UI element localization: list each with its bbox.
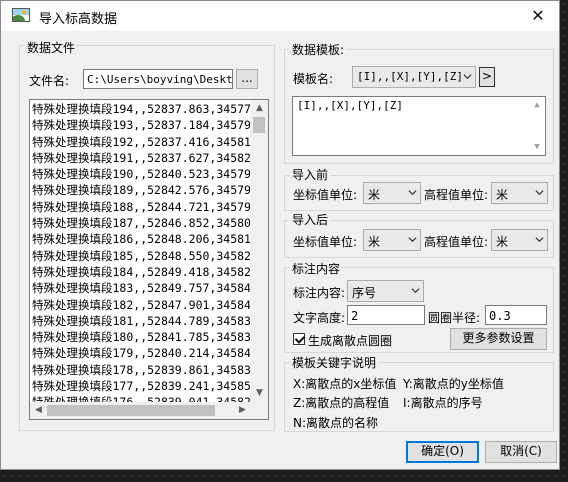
keyword-i: I:离散点的序号 [403, 396, 483, 410]
keywords-title: 模板关键字说明 [290, 354, 379, 371]
keyword-x: X:离散点的x坐标值 [293, 377, 397, 391]
chevron-down-icon [535, 190, 544, 196]
template-more-button[interactable]: > [479, 67, 495, 87]
list-item[interactable]: 特殊处理换填段194,,52837.863,34577.5 [32, 101, 250, 117]
list-item[interactable]: 特殊处理换填段182,,52847.901,34584.0 [32, 297, 250, 313]
ok-button[interactable]: 确定(O) [406, 441, 479, 463]
keyword-y: Y:离散点的y坐标值 [403, 377, 504, 391]
after-elev-unit-label: 高程值单位: [424, 235, 489, 249]
scroll-left-icon[interactable]: ◀ [30, 402, 47, 419]
generate-circle-label[interactable]: 生成离散点圆圈 [308, 332, 392, 349]
generate-circle-checkbox[interactable] [293, 333, 305, 345]
list-item[interactable]: 特殊处理换填段179,,52840.214,34584.3 [32, 345, 250, 361]
list-item[interactable]: 特殊处理换填段191,,52837.627,34582.0 [32, 150, 250, 166]
template-select[interactable]: [I],,[X],[Y],[Z] [352, 66, 476, 88]
list-item[interactable]: 特殊处理换填段192,,52837.416,34581.1 [32, 134, 250, 150]
list-item[interactable]: 特殊处理换填段186,,52848.206,34581.3 [32, 231, 250, 247]
template-editor[interactable]: [I],,[X],[Y],[Z] ▲ ▼ [292, 96, 546, 156]
vertical-scroll-thumb[interactable] [253, 117, 265, 133]
annotation-title: 标注内容 [290, 260, 343, 277]
chevron-down-icon [408, 190, 417, 196]
annotation-content-label: 标注内容: [293, 286, 346, 300]
browse-button[interactable]: ... [236, 69, 258, 89]
vertical-scrollbar[interactable]: ▲ ▼ [250, 100, 268, 402]
after-import-title: 导入后 [290, 211, 331, 228]
list-item[interactable]: 特殊处理换填段177,,52839.241,34585.1 [32, 378, 250, 394]
after-elev-unit-select[interactable]: 米 [491, 229, 548, 251]
template-group-title: 数据模板: [290, 41, 347, 58]
list-item[interactable]: 特殊处理换填段178,,52839.861,34583.6 [32, 362, 250, 378]
chevron-down-icon [408, 237, 417, 243]
circle-radius-field[interactable]: 0.3 [485, 305, 547, 325]
before-coord-unit-select[interactable]: 米 [363, 182, 421, 204]
chevron-down-icon [535, 237, 544, 243]
data-file-group-title: 数据文件 [25, 39, 78, 56]
list-item[interactable]: 特殊处理换填段187,,52846.852,34580.8 [32, 215, 250, 231]
list-item[interactable]: 特殊处理换填段189,,52842.576,34579.7 [32, 182, 250, 198]
keyword-z: Z:离散点的高程值 [293, 396, 390, 410]
more-params-button[interactable]: 更多参数设置 [450, 328, 547, 350]
annotation-content-value: 序号 [352, 286, 377, 300]
list-item[interactable]: 特殊处理换填段183,,52849.757,34584.3 [32, 280, 250, 296]
template-name-label: 模板名: [293, 72, 334, 86]
after-coord-unit-value: 米 [368, 235, 381, 249]
after-coord-unit-label: 坐标值单位: [293, 235, 358, 249]
before-coord-unit-label: 坐标值单位: [293, 188, 358, 202]
template-editor-scrollbar[interactable]: ▲ ▼ [529, 97, 545, 155]
list-item[interactable]: 特殊处理换填段188,,52844.721,34579.8 [32, 199, 250, 215]
scroll-up-icon[interactable]: ▲ [529, 97, 545, 113]
cancel-button[interactable]: 取消(C) [485, 441, 557, 463]
after-elev-unit-value: 米 [496, 235, 509, 249]
text-height-label: 文字高度: [293, 311, 346, 325]
list-item[interactable]: 特殊处理换填段181,,52844.789,34583.8 [32, 313, 250, 329]
filename-label: 文件名: [29, 74, 70, 88]
scroll-down-icon[interactable]: ▼ [251, 385, 268, 402]
title-bar: 导入标高数据 ✕ [1, 1, 559, 31]
list-item[interactable]: 特殊处理换填段185,,52848.550,34582.4 [32, 248, 250, 264]
list-item[interactable]: 特殊处理换填段193,,52837.184,34579.3 [32, 117, 250, 133]
annotation-content-select[interactable]: 序号 [347, 280, 424, 302]
template-select-value: [I],,[X],[Y],[Z] [357, 70, 463, 83]
dialog-title: 导入标高数据 [39, 12, 118, 27]
circle-radius-label: 圆圈半径: [428, 311, 481, 325]
before-elev-unit-value: 米 [496, 188, 509, 202]
chevron-down-icon [463, 74, 472, 80]
scroll-right-icon[interactable]: ▶ [234, 402, 251, 419]
chevron-down-icon [411, 288, 420, 294]
filename-field[interactable]: C:\Users\boyving\Desktop [83, 69, 233, 89]
list-item[interactable]: 特殊处理换填段180,,52841.785,34583.7 [32, 329, 250, 345]
file-preview-rows: 特殊处理换填段194,,52837.863,34577.5 特殊处理换填段193,… [32, 101, 250, 411]
image-icon [12, 8, 30, 22]
before-elev-unit-label: 高程值单位: [424, 188, 489, 202]
file-preview-list[interactable]: 特殊处理换填段194,,52837.863,34577.5 特殊处理换填段193,… [29, 99, 269, 420]
text-height-field[interactable]: 2 [347, 305, 425, 325]
scroll-down-icon[interactable]: ▼ [529, 139, 545, 155]
list-item[interactable]: 特殊处理换填段190,,52840.523,34579.5 [32, 166, 250, 182]
scroll-up-icon[interactable]: ▲ [251, 100, 268, 117]
before-elev-unit-select[interactable]: 米 [491, 182, 548, 204]
import-elevation-dialog: 导入标高数据 ✕ 数据文件 文件名: C:\Users\boyving\Desk… [0, 0, 560, 470]
template-editor-text: [I],,[X],[Y],[Z] [297, 99, 403, 112]
after-coord-unit-select[interactable]: 米 [363, 229, 421, 251]
close-icon[interactable]: ✕ [527, 5, 549, 27]
horizontal-scrollbar[interactable]: ◀ ▶ [30, 402, 251, 419]
horizontal-scroll-thumb[interactable] [47, 405, 215, 416]
before-import-title: 导入前 [290, 166, 331, 183]
list-item[interactable]: 特殊处理换填段184,,52849.418,34582.9 [32, 264, 250, 280]
keyword-n: N:离散点的名称 [293, 416, 379, 430]
before-coord-unit-value: 米 [368, 188, 381, 202]
scroll-corner [251, 402, 268, 419]
